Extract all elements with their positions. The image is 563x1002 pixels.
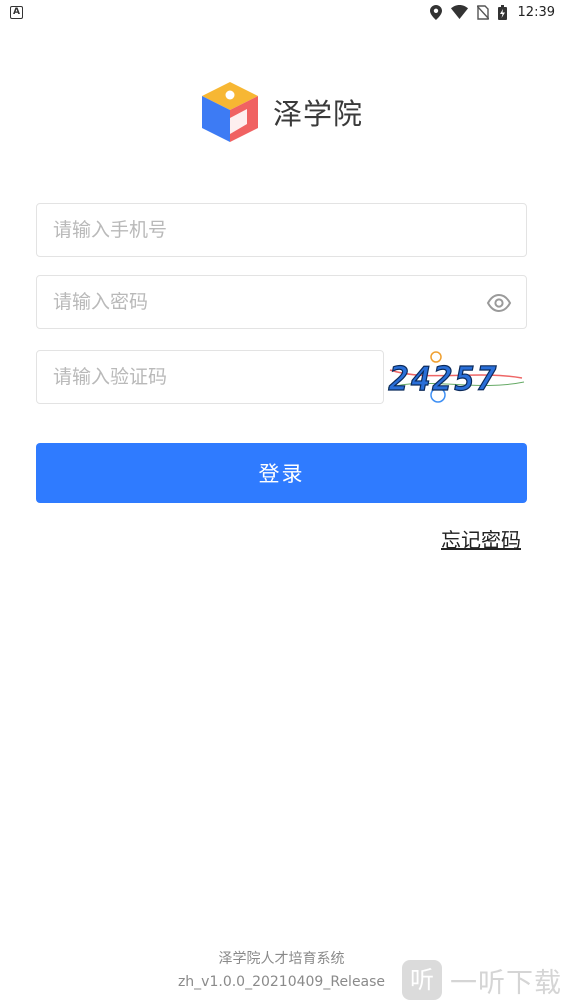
no-sim-icon bbox=[476, 4, 489, 20]
captcha-field-container bbox=[36, 350, 384, 404]
forgot-password-link[interactable]: 忘记密码 bbox=[441, 524, 521, 553]
watermark-text: 一听下载 bbox=[450, 967, 562, 999]
captcha-image[interactable]: 24257 bbox=[386, 348, 526, 406]
captcha-text: 24257 bbox=[388, 359, 498, 398]
captcha-input[interactable] bbox=[53, 366, 383, 388]
login-button[interactable]: 登录 bbox=[36, 443, 527, 503]
status-time: 12:39 bbox=[517, 4, 555, 20]
watermark-logo: 听 bbox=[402, 960, 442, 1000]
watermark: 听 一听下载 bbox=[402, 960, 562, 1000]
app-logo: 泽学院 bbox=[199, 80, 363, 144]
phone-input[interactable] bbox=[53, 219, 526, 241]
app-notification-icon: A bbox=[10, 5, 23, 19]
password-field-container bbox=[36, 275, 527, 329]
app-name: 泽学院 bbox=[273, 97, 364, 131]
phone-field-container bbox=[36, 203, 527, 257]
location-icon bbox=[429, 4, 442, 20]
battery-charging-icon bbox=[497, 4, 507, 20]
login-screen: A 12:39 泽学院 请输入手机号 请输入验证码 24257 登录 忘记密码 … bbox=[0, 0, 563, 1002]
status-bar: A 12:39 bbox=[0, 0, 563, 24]
cube-logo-icon bbox=[202, 82, 258, 142]
eye-icon[interactable] bbox=[486, 290, 512, 316]
wifi-icon bbox=[450, 5, 468, 19]
password-input[interactable] bbox=[53, 291, 476, 313]
